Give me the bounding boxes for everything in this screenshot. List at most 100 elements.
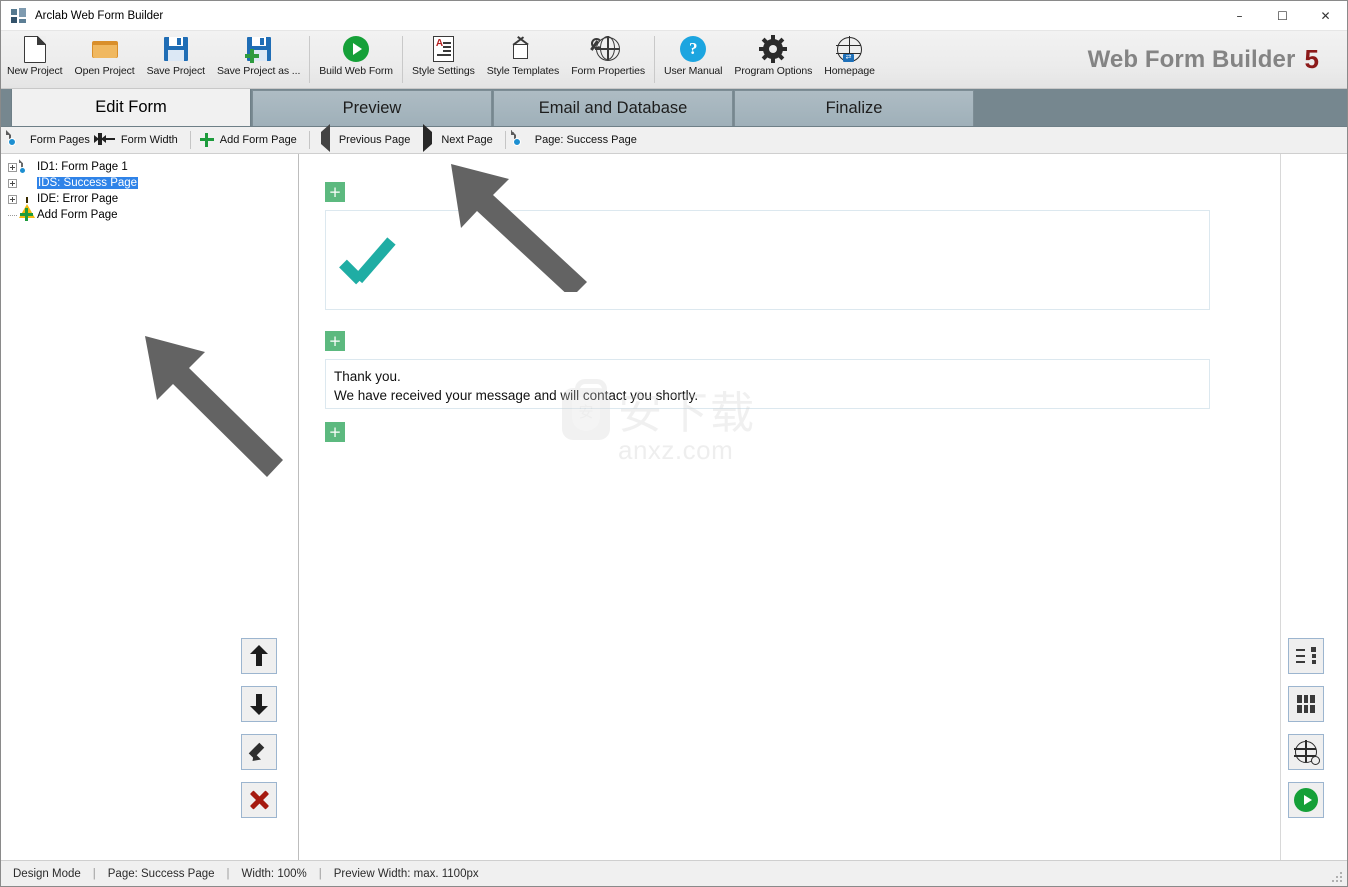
tab-preview[interactable]: Preview [252, 90, 492, 126]
resize-grip[interactable] [1329, 869, 1343, 883]
expander-icon[interactable] [8, 178, 17, 188]
green-plus-icon [199, 132, 216, 149]
gear-icon [756, 34, 790, 64]
user-manual-button[interactable]: ? User Manual [658, 31, 728, 88]
previous-page-button[interactable]: Previous Page [315, 123, 418, 152]
run-button[interactable] [1288, 782, 1324, 818]
tab-email-and-database-label: Email and Database [538, 99, 688, 117]
open-folder-icon [88, 34, 122, 64]
main-body: ID1: Form Page 1 IDS: Success Page IDE: … [1, 154, 1347, 860]
tree-line [8, 214, 17, 216]
program-options-button[interactable]: Program Options [728, 31, 818, 88]
tree-item-error-page[interactable]: IDE: Error Page [8, 191, 298, 218]
list-properties-icon [1296, 647, 1316, 665]
style-document-icon [426, 34, 460, 64]
current-page-label: Page: Success Page [534, 134, 637, 146]
yellow-warning-triangle-icon [19, 191, 35, 218]
tab-finalize-label: Finalize [825, 99, 883, 117]
form-width-button[interactable]: Form Width [93, 129, 185, 152]
toolbar-group-help: ? User Manual Program Options ⇄ Homepage [658, 31, 881, 88]
close-button[interactable]: ✕ [1304, 1, 1347, 31]
minimize-button[interactable]: – [1218, 1, 1261, 31]
maximize-button[interactable]: ☐ [1261, 1, 1304, 31]
sub-toolbar-separator [189, 131, 191, 149]
status-bar: Design Mode | Page: Success Page | Width… [1, 860, 1347, 886]
main-toolbar: New Project Open Project Save Project Sa… [1, 31, 1347, 89]
previous-page-label: Previous Page [338, 134, 411, 146]
save-project-as-button[interactable]: Save Project as ... [211, 31, 306, 88]
success-message-block[interactable]: Thank you. We have received your message… [325, 359, 1210, 409]
green-play-circle-icon [339, 34, 373, 64]
brand-logo: Web Form Builder 5 [1088, 31, 1347, 88]
style-settings-label: Style Settings [411, 65, 475, 77]
tools-panel [1281, 154, 1347, 860]
blue-question-circle-icon: ? [676, 34, 710, 64]
move-up-button[interactable] [241, 638, 277, 674]
add-block-button-middle[interactable]: + [325, 331, 345, 351]
next-page-button[interactable]: Next Page [417, 123, 499, 152]
form-pages-tree: ID1: Form Page 1 IDS: Success Page IDE: … [1, 154, 298, 223]
save-project-button[interactable]: Save Project [141, 31, 211, 88]
form-width-label: Form Width [120, 134, 178, 146]
add-block-button-bottom[interactable]: + [325, 422, 345, 442]
tree-item-label: IDS: Success Page [37, 177, 139, 189]
tab-edit-form[interactable]: Edit Form [11, 88, 251, 126]
tree-item-add-form-page[interactable]: Add Form Page [8, 207, 298, 223]
form-pages-label: Form Pages [30, 134, 90, 146]
move-down-button[interactable] [241, 686, 277, 722]
arrow-down-icon [249, 693, 269, 715]
form-pages-button[interactable]: Form Pages [6, 129, 97, 152]
open-project-button[interactable]: Open Project [69, 31, 141, 88]
toolbar-separator [401, 36, 403, 83]
toolbar-separator [309, 36, 311, 83]
wrench-globe-icon [591, 34, 625, 64]
form-pages-icon [8, 130, 26, 149]
pencil-icon [248, 741, 270, 765]
sub-toolbar-separator [504, 131, 506, 149]
homepage-button[interactable]: ⇄ Homepage [818, 31, 881, 88]
style-settings-button[interactable]: Style Settings [406, 31, 481, 88]
form-elements-button[interactable] [1288, 638, 1324, 674]
style-templates-label: Style Templates [486, 65, 560, 77]
window-controls: – ☐ ✕ [1218, 1, 1347, 31]
new-project-button[interactable]: New Project [1, 31, 69, 88]
success-image-block[interactable] [325, 210, 1210, 310]
next-page-label: Next Page [441, 134, 493, 146]
message-line-1: Thank you. [334, 369, 401, 384]
globe-link-icon: ⇄ [833, 34, 867, 64]
form-design-canvas[interactable]: + + Thank you. We have received your mes… [299, 154, 1281, 860]
floppy-disk-icon [159, 34, 193, 64]
delete-button[interactable] [241, 782, 277, 818]
tab-email-and-database[interactable]: Email and Database [493, 90, 733, 126]
green-play-circle-icon [1294, 788, 1318, 812]
form-properties-button[interactable]: Form Properties [565, 31, 651, 88]
new-project-label: New Project [7, 65, 63, 77]
green-plus-icon [19, 208, 34, 223]
tree-item-label: Add Form Page [37, 209, 118, 221]
message-line-2: We have received your message and will c… [334, 388, 699, 404]
layout-grid-button[interactable] [1288, 686, 1324, 722]
edit-button[interactable] [241, 734, 277, 770]
expander-icon[interactable] [8, 194, 17, 204]
toolbar-group-style: Style Settings Style Templates Form Prop… [406, 31, 651, 88]
tab-finalize[interactable]: Finalize [734, 90, 974, 126]
add-block-button-top[interactable]: + [325, 182, 345, 202]
current-page-indicator[interactable]: Page: Success Page [511, 129, 644, 152]
floppy-disk-plus-icon [242, 34, 276, 64]
tree-item-label: ID1: Form Page 1 [37, 161, 128, 173]
template-cube-icon [506, 34, 540, 64]
tree-item-success-page[interactable]: IDS: Success Page [8, 175, 298, 191]
style-templates-button[interactable]: Style Templates [481, 31, 565, 88]
application-window: Arclab Web Form Builder – ☐ ✕ New Projec… [0, 0, 1348, 887]
build-web-form-button[interactable]: Build Web Form [313, 31, 399, 88]
app-tiles-icon [11, 7, 27, 24]
toolbar-group-build: Build Web Form [313, 31, 399, 88]
expander-icon[interactable] [8, 162, 17, 172]
tree-item-form-page-1[interactable]: ID1: Form Page 1 [8, 158, 298, 175]
preview-web-button[interactable] [1288, 734, 1324, 770]
add-form-page-button[interactable]: Add Form Page [196, 129, 304, 152]
status-separator: | [226, 867, 230, 880]
sub-toolbar-separator [308, 131, 310, 149]
globe-search-icon [1294, 740, 1320, 765]
open-project-label: Open Project [74, 65, 135, 77]
